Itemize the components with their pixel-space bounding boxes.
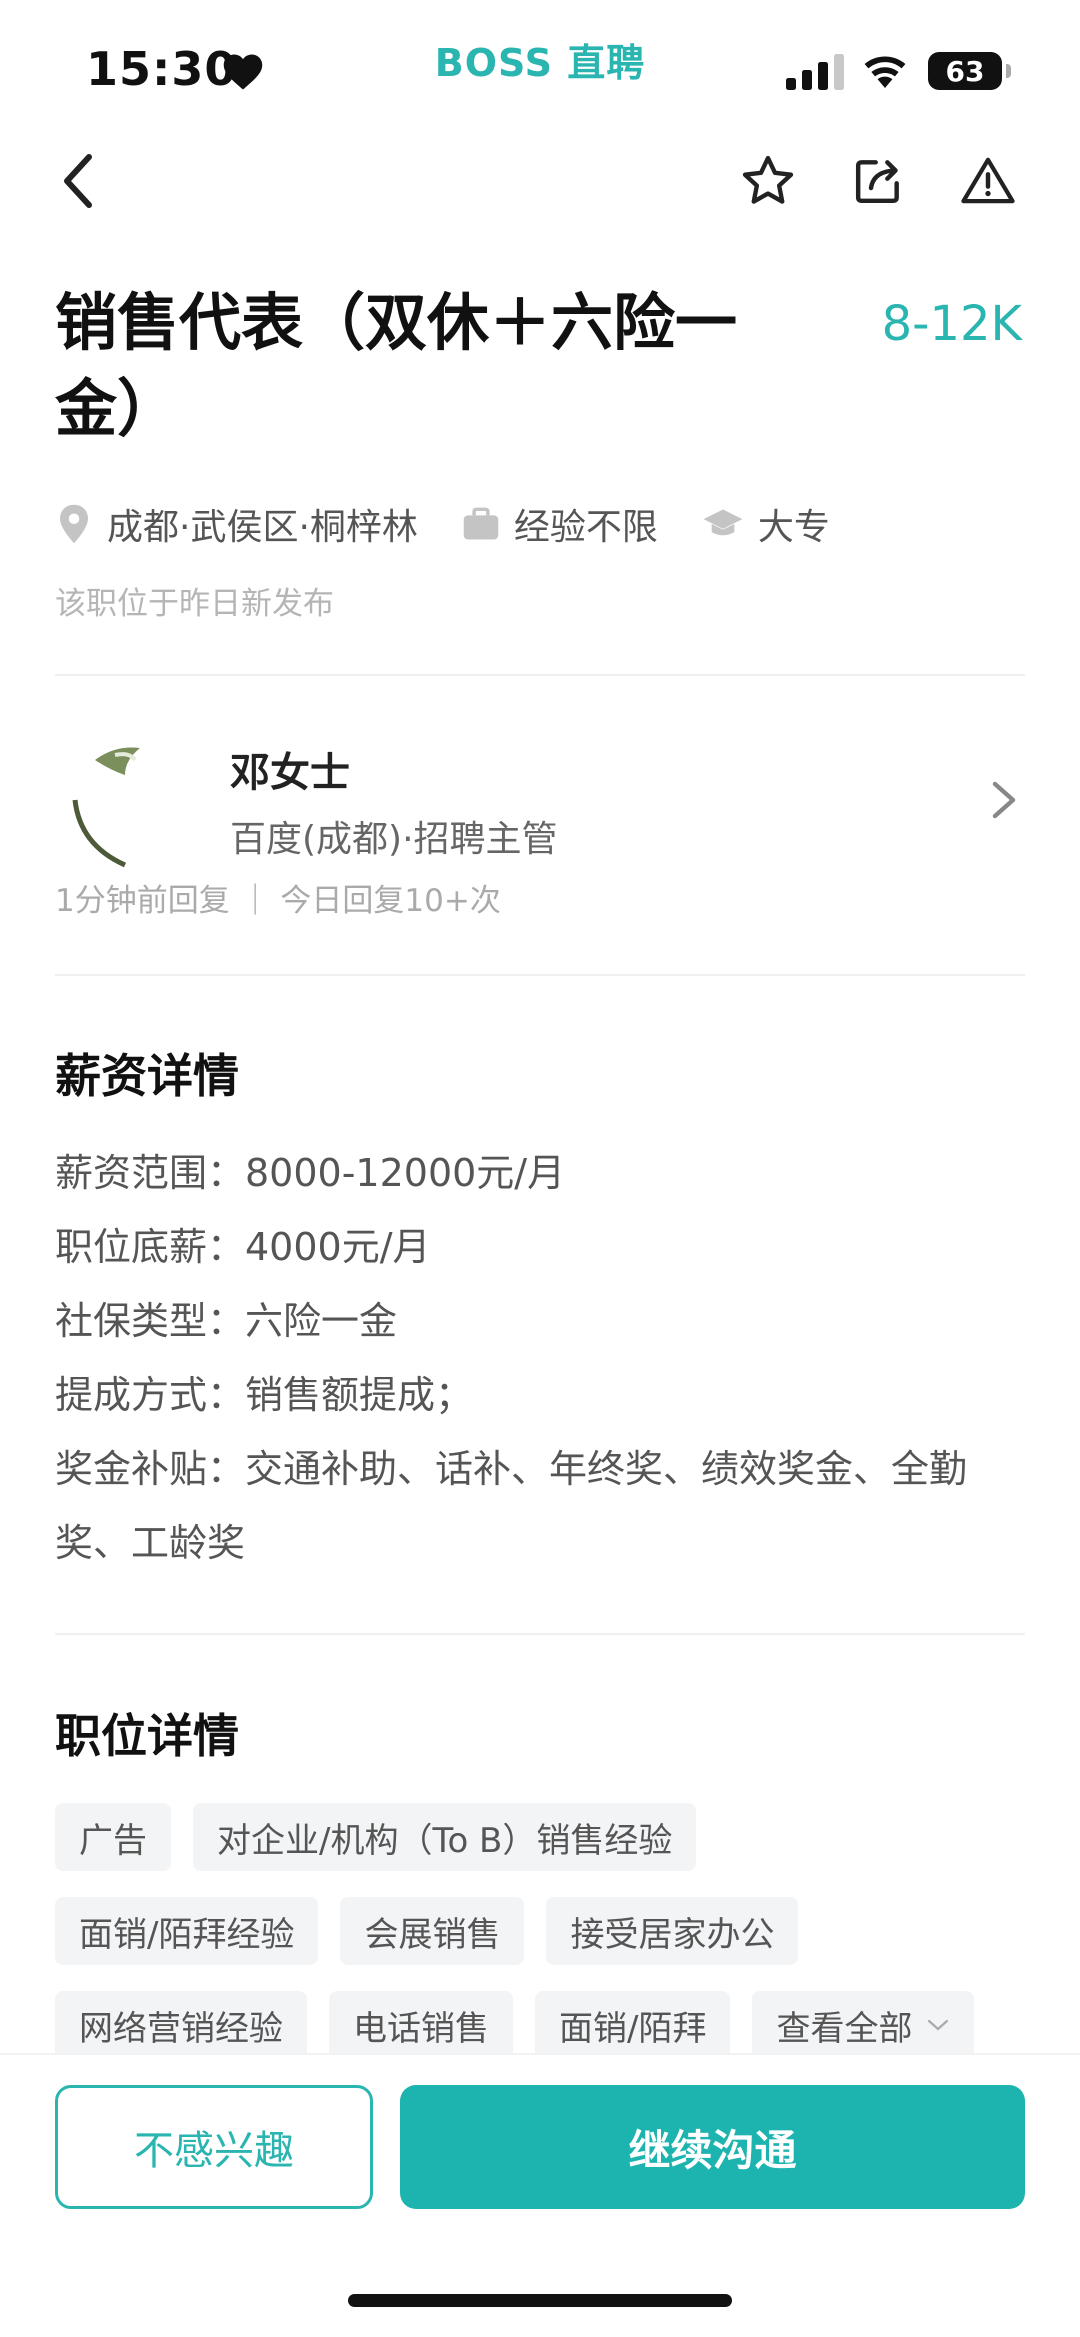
wifi-icon bbox=[864, 56, 906, 88]
chevron-right-icon bbox=[992, 781, 1016, 819]
job-tag: 网络营销经验 bbox=[55, 1991, 307, 2059]
education-text: 大专 bbox=[757, 507, 830, 548]
job-meta-row: 成都·武侯区·桐梓林 经验不限 大专 bbox=[55, 497, 874, 551]
tag-row: 面销/陌拜经验 会展销售 接受居家办公 bbox=[55, 1897, 1035, 1965]
chevron-down-icon bbox=[928, 2019, 949, 2031]
share-icon[interactable] bbox=[847, 150, 909, 212]
divider bbox=[55, 1633, 1025, 1635]
job-tags: 广告 对企业/机构（To B）销售经验 面销/陌拜经验 会展销售 接受居家办公 … bbox=[55, 1803, 1035, 2085]
status-bar: 15:30 BOSS 直聘 63 bbox=[0, 0, 1080, 130]
location-text: 成都·武侯区·桐梓林 bbox=[107, 507, 418, 548]
recruiter-name: 邓女士 bbox=[230, 750, 350, 796]
job-salary: 8-12K bbox=[881, 296, 1022, 352]
job-tag: 接受居家办公 bbox=[546, 1897, 799, 1965]
back-icon[interactable] bbox=[48, 150, 110, 212]
view-all-tags-button[interactable]: 查看全部 bbox=[752, 1991, 975, 2059]
salary-range-line: 薪资范围：8000-12000元/月 bbox=[55, 1151, 566, 1195]
experience-item: 经验不限 bbox=[462, 498, 658, 550]
tag-row: 网络营销经验 电话销售 面销/陌拜 查看全部 bbox=[55, 1991, 1035, 2059]
insurance-line: 社保类型：六险一金 bbox=[55, 1299, 398, 1343]
commission-line: 提成方式：销售额提成； bbox=[55, 1373, 474, 1417]
salary-section-title: 薪资详情 bbox=[55, 1049, 239, 1103]
publish-note: 该职位于昨日新发布 bbox=[55, 586, 334, 622]
job-section-title: 职位详情 bbox=[55, 1709, 239, 1763]
graduation-cap-icon bbox=[703, 509, 743, 536]
job-tag: 广告 bbox=[55, 1803, 171, 1871]
salary-details-list: 薪资范围：8000-12000元/月 职位底薪：4000元/月 社保类型：六险一… bbox=[55, 1136, 1025, 1580]
recruiter-avatar bbox=[55, 730, 195, 870]
favorite-star-icon[interactable] bbox=[737, 150, 799, 212]
battery-level: 63 bbox=[945, 54, 985, 88]
briefcase-icon bbox=[463, 507, 499, 540]
education-item: 大专 bbox=[702, 498, 830, 550]
battery-indicator: 63 bbox=[928, 52, 1011, 90]
report-warning-icon[interactable] bbox=[957, 150, 1019, 212]
not-interested-button[interactable]: 不感兴趣 bbox=[55, 2085, 373, 2209]
view-all-label: 查看全部 bbox=[776, 2008, 913, 2049]
bonus-line: 奖金补贴：交通补助、话补、年终奖、绩效奖金、全勤奖、工龄奖 bbox=[55, 1447, 968, 1565]
divider bbox=[55, 674, 1025, 676]
recruiter-card[interactable]: 邓女士 百度(成都)·招聘主管 1分钟前回复 ｜ 今日回复10+次 bbox=[55, 710, 1025, 940]
location-item: 成都·武侯区·桐梓林 bbox=[55, 498, 418, 550]
recruiter-activity: 1分钟前回复 ｜ 今日回复10+次 bbox=[55, 883, 501, 919]
job-tag: 面销/陌拜 bbox=[535, 1991, 731, 2059]
app-brand-label: BOSS 直聘 bbox=[434, 41, 646, 85]
continue-chat-button[interactable]: 继续沟通 bbox=[400, 2085, 1025, 2209]
job-tag: 会展销售 bbox=[340, 1897, 525, 1965]
experience-text: 经验不限 bbox=[513, 507, 658, 548]
job-tag: 对企业/机构（To B）销售经验 bbox=[193, 1803, 697, 1871]
home-indicator bbox=[348, 2294, 732, 2307]
job-tag: 电话销售 bbox=[329, 1991, 513, 2059]
tag-row: 广告 对企业/机构（To B）销售经验 bbox=[55, 1803, 1035, 1871]
recruiter-company-role: 百度(成都)·招聘主管 bbox=[230, 819, 558, 860]
cellular-signal-icon bbox=[786, 54, 844, 90]
job-tag: 面销/陌拜经验 bbox=[55, 1897, 319, 1965]
location-pin-icon bbox=[60, 504, 88, 544]
base-salary-line: 职位底薪：4000元/月 bbox=[55, 1225, 431, 1269]
job-title: 销售代表（双休＋六险一金） bbox=[55, 286, 738, 445]
divider bbox=[55, 974, 1025, 976]
